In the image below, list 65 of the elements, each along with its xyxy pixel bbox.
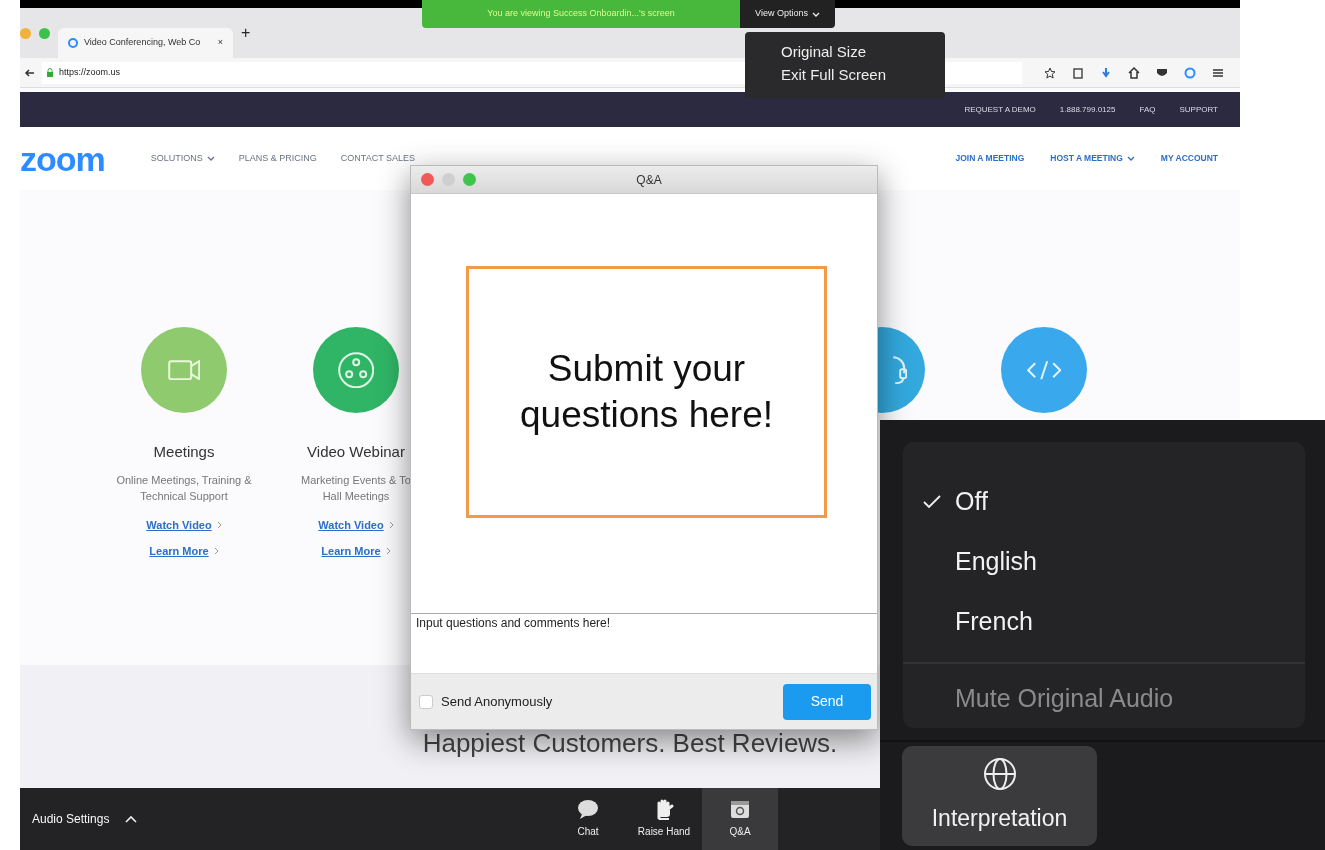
close-window-icon[interactable] [421, 173, 434, 186]
chevron-icon [213, 547, 219, 556]
product-description: Marketing Events & To Hall Meetings [301, 472, 411, 504]
language-option[interactable]: French [903, 592, 1305, 652]
interpretation-button[interactable]: Interpretation [902, 746, 1097, 846]
menu-icon[interactable] [1212, 66, 1224, 79]
nav-link[interactable]: SOLUTIONS [150, 151, 215, 166]
nav-link[interactable]: CONTACT SALES [340, 151, 415, 166]
screen-share-banner: You are viewing Success Onboardin...'s screen [422, 0, 740, 28]
window-control-icon[interactable] [39, 27, 50, 39]
anonymous-checkbox[interactable] [419, 694, 433, 709]
top-link[interactable]: 1.888.799.0125 [1059, 103, 1116, 116]
top-link[interactable]: FAQ [1139, 103, 1156, 116]
new-tab-button[interactable]: + [241, 21, 251, 45]
shield-icon[interactable] [1156, 66, 1168, 79]
download-icon[interactable] [1100, 66, 1112, 79]
caret-icon [1126, 155, 1135, 162]
language-option[interactable]: Off [903, 472, 1305, 532]
checkmark-icon [923, 495, 941, 509]
three-circles-icon [337, 351, 375, 389]
chevron-up-icon [125, 815, 138, 823]
callout-box: Submit your questions here! [466, 266, 827, 518]
home-icon[interactable] [1128, 66, 1140, 79]
view-options-button[interactable]: View Options [740, 0, 835, 28]
tagline: Happiest Customers. Best Reviews. [422, 730, 838, 760]
chevron-icon [385, 547, 391, 556]
toolbar-button[interactable]: Q&A [702, 788, 778, 850]
chat-bubble-icon [577, 799, 599, 821]
tab-close-button[interactable]: × [217, 36, 223, 50]
checkbox-label: Send Anonymously [441, 692, 553, 711]
zoom-window-icon[interactable] [463, 173, 476, 186]
circle-icon[interactable] [1184, 66, 1196, 79]
nav-link[interactable]: PLANS & PRICING [238, 151, 317, 166]
product-description: Online Meetings, Training & Technical Support [116, 472, 252, 504]
chevron-icon [388, 520, 394, 529]
caret-icon [811, 10, 820, 18]
product-link[interactable]: Watch Video [146, 516, 222, 533]
product-title: Meetings [153, 442, 215, 462]
browser-tab[interactable]: Video Conferencing, Web Co × [58, 28, 233, 58]
top-link[interactable]: REQUEST A DEMO [964, 103, 1036, 116]
audio-settings-button[interactable]: Audio Settings [26, 809, 144, 829]
product-title: Video Webinar [307, 442, 405, 462]
nav-link[interactable]: MY ACCOUNT [1160, 152, 1218, 165]
product-link[interactable]: Watch Video [318, 516, 394, 533]
product-link[interactable]: Learn More [149, 543, 219, 560]
video-camera-icon [167, 359, 201, 381]
star-icon[interactable] [1044, 66, 1056, 79]
toolbar-button[interactable]: Raise Hand [626, 788, 702, 850]
product-link[interactable]: Learn More [321, 543, 391, 560]
back-icon[interactable] [24, 66, 36, 79]
language-option[interactable]: English [903, 532, 1305, 592]
top-link[interactable]: SUPPORT [1179, 103, 1218, 116]
caret-icon [206, 155, 215, 162]
menu-item[interactable]: Exit Full Screen [781, 66, 945, 83]
code-icon [1026, 359, 1062, 381]
toolbar-button[interactable]: Chat [550, 788, 626, 850]
question-input-field[interactable]: Input questions and comments here! [411, 613, 877, 673]
headset-icon [891, 355, 907, 385]
nav-link[interactable]: HOST A MEETING [1050, 152, 1135, 165]
window-title: Q&A [636, 171, 662, 189]
lock-icon [46, 67, 54, 78]
qa-window-icon [729, 799, 751, 821]
nav-link[interactable]: JOIN A MEETING [955, 152, 1025, 165]
menu-item[interactable]: Original Size [781, 44, 945, 61]
chevron-icon [216, 520, 222, 529]
